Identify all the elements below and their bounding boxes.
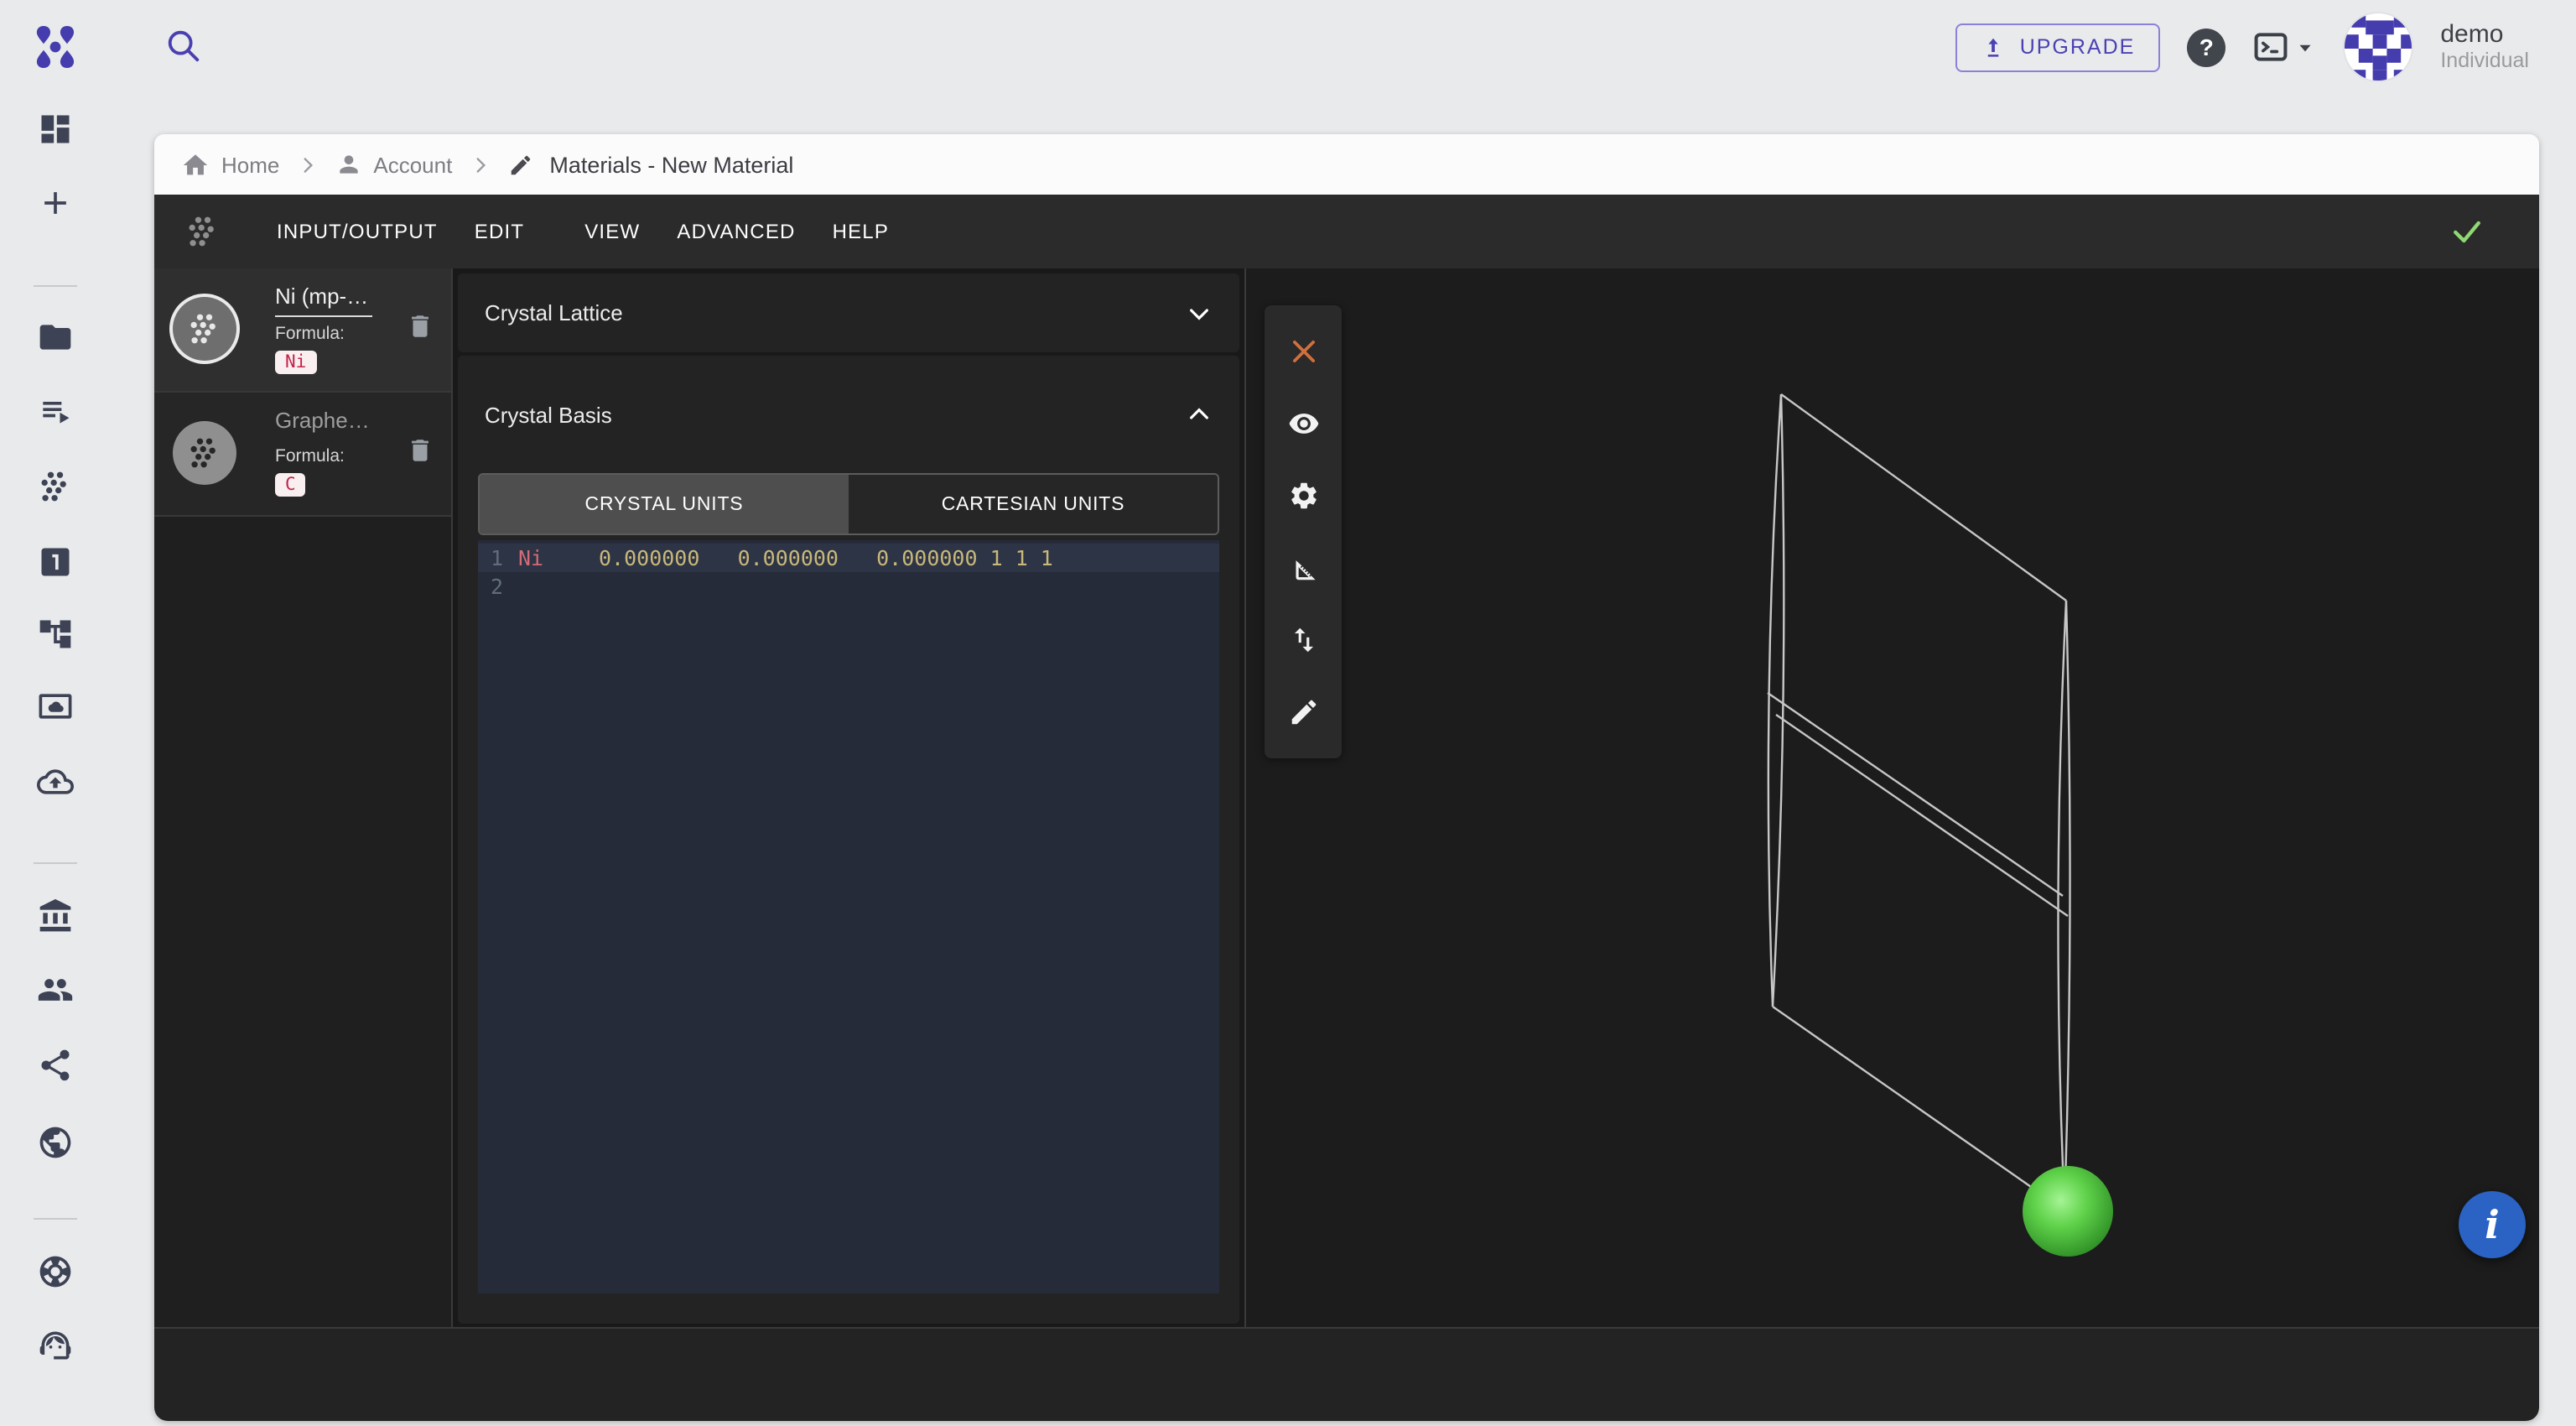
source-editor-column: Crystal Lattice Crystal Basis CRYSTAL UN…: [453, 268, 1246, 1327]
unit-cell-wireframe: [1768, 394, 2070, 1208]
pencil-icon: [507, 152, 532, 177]
card-footer: [154, 1327, 2539, 1421]
info-button[interactable]: i: [2459, 1191, 2526, 1258]
materials-list: Ni (mp-… Formula: Ni Graphe… Formula: C: [154, 268, 453, 1327]
tab-crystal-units[interactable]: CRYSTAL UNITS: [480, 475, 849, 533]
measure-button[interactable]: [1265, 532, 1342, 604]
crystal-lattice-accordion[interactable]: Crystal Lattice: [458, 273, 1239, 352]
crystal-lattice-title: Crystal Lattice: [485, 300, 623, 325]
globe-icon[interactable]: [37, 1124, 74, 1161]
user-info[interactable]: demo Individual: [2440, 20, 2529, 73]
molecule-dots-icon: [186, 310, 223, 347]
menu-advanced[interactable]: ADVANCED: [658, 206, 813, 257]
chevron-right-icon: [469, 154, 491, 175]
image-cloud-icon[interactable]: [37, 688, 74, 725]
main-card: Home Account Materials - New Material IN…: [154, 134, 2539, 1421]
editor-line[interactable]: 2: [478, 572, 1219, 601]
settings-button[interactable]: [1265, 460, 1342, 532]
breadcrumb-account-label: Account: [373, 152, 452, 177]
molecule-dots-icon: [184, 213, 221, 250]
bank-icon[interactable]: [37, 898, 74, 934]
caret-down-icon: [2294, 36, 2316, 58]
cloud-upload-icon[interactable]: [37, 763, 74, 800]
menu-edit[interactable]: EDIT: [456, 206, 543, 257]
app-window: UPGRADE ? demo Individual: [0, 0, 2576, 1426]
coordinates-token: 0.000000 0.000000 0.000000 1 1 1: [599, 544, 1053, 572]
chevron-up-icon: [1186, 401, 1213, 428]
material-item-ni[interactable]: Ni (mp-… Formula: Ni: [154, 268, 451, 393]
breadcrumb-home[interactable]: Home: [181, 150, 279, 179]
visibility-button[interactable]: [1265, 388, 1342, 460]
add-icon[interactable]: [37, 185, 74, 221]
tab-cartesian-units[interactable]: CARTESIAN UNITS: [849, 475, 1218, 533]
upgrade-button[interactable]: UPGRADE: [1956, 23, 2161, 71]
element-token: Ni: [518, 544, 599, 572]
material-thumbnail: [173, 297, 236, 361]
rail-divider: [34, 862, 77, 864]
menu-view[interactable]: VIEW: [566, 206, 658, 257]
share-icon[interactable]: [37, 1047, 74, 1084]
units-tabs: CRYSTAL UNITS CARTESIAN UNITS: [478, 473, 1219, 535]
home-icon: [181, 150, 210, 179]
upload-icon: [1981, 34, 2007, 60]
structure-viewport: i: [1246, 268, 2539, 1327]
materials-icon[interactable]: [37, 468, 74, 505]
formula-chip: Ni: [275, 351, 316, 374]
terminal-icon: [2252, 29, 2289, 65]
line-number: 2: [478, 572, 518, 601]
user-plan: Individual: [2440, 49, 2529, 74]
content-area: Ni (mp-… Formula: Ni Graphe… Formula: C: [154, 268, 2539, 1327]
user-name: demo: [2440, 20, 2529, 49]
menu-input-output[interactable]: INPUT/OUTPUT: [258, 206, 456, 257]
looks-one-icon[interactable]: [37, 544, 74, 580]
molecule-dots-icon: [186, 435, 223, 471]
line-number: 1: [478, 544, 518, 572]
material-title[interactable]: Graphe…: [275, 408, 434, 440]
rail-divider: [34, 1218, 77, 1220]
lifebuoy-icon[interactable]: [37, 1253, 74, 1290]
people-icon[interactable]: [37, 971, 74, 1008]
crystal-basis-accordion[interactable]: Crystal Basis: [478, 356, 1219, 473]
upgrade-label: UPGRADE: [2020, 35, 2136, 59]
top-bar: UPGRADE ? demo Individual: [0, 0, 2576, 134]
breadcrumb-account[interactable]: Account: [335, 151, 452, 178]
left-rail: [0, 94, 111, 1426]
search-icon[interactable]: [164, 27, 203, 65]
breadcrumb: Home Account Materials - New Material: [154, 134, 2539, 195]
chevron-right-icon: [296, 154, 318, 175]
rail-divider: [34, 285, 77, 287]
swap-vertical-button[interactable]: [1265, 604, 1342, 676]
material-thumbnail: [173, 421, 236, 485]
delete-material-icon[interactable]: [406, 436, 434, 465]
support-agent-icon[interactable]: [37, 1327, 74, 1364]
folder-icon[interactable]: [37, 319, 74, 356]
crystal-basis-title: Crystal Basis: [485, 402, 612, 427]
brand-logo-icon[interactable]: [30, 22, 80, 72]
delete-material-icon[interactable]: [406, 312, 434, 341]
material-item-graphene[interactable]: Graphe… Formula: C: [154, 393, 451, 517]
menu-help[interactable]: HELP: [814, 206, 908, 257]
person-icon: [335, 151, 361, 178]
help-icon[interactable]: ?: [2187, 28, 2225, 66]
identicon: [2345, 13, 2413, 82]
jobs-playlist-icon[interactable]: [37, 393, 74, 429]
basis-code-editor[interactable]: 1 Ni 0.000000 0.000000 0.000000 1 1 1 2: [478, 540, 1219, 1293]
workflow-tree-icon[interactable]: [37, 616, 74, 653]
breadcrumb-current: Materials - New Material: [549, 152, 793, 177]
chevron-down-icon: [1186, 299, 1213, 326]
editor-line[interactable]: 1 Ni 0.000000 0.000000 0.000000 1 1 1: [478, 544, 1219, 572]
user-avatar[interactable]: [2343, 12, 2413, 82]
close-toolbar-button[interactable]: [1265, 315, 1342, 388]
formula-chip: C: [275, 473, 306, 497]
menu-bar: INPUT/OUTPUT EDIT VIEW ADVANCED HELP: [154, 195, 2539, 268]
crystal-3d-canvas[interactable]: [1246, 268, 2539, 1327]
breadcrumb-home-label: Home: [221, 152, 279, 177]
dashboard-icon[interactable]: [37, 111, 74, 148]
console-button[interactable]: [2252, 29, 2316, 65]
ni-atom-sphere[interactable]: [2023, 1166, 2113, 1257]
viewport-toolbar: [1265, 305, 1342, 758]
edit-button[interactable]: [1265, 676, 1342, 748]
material-title[interactable]: Ni (mp-…: [275, 284, 372, 317]
save-check-icon[interactable]: [2449, 213, 2485, 250]
